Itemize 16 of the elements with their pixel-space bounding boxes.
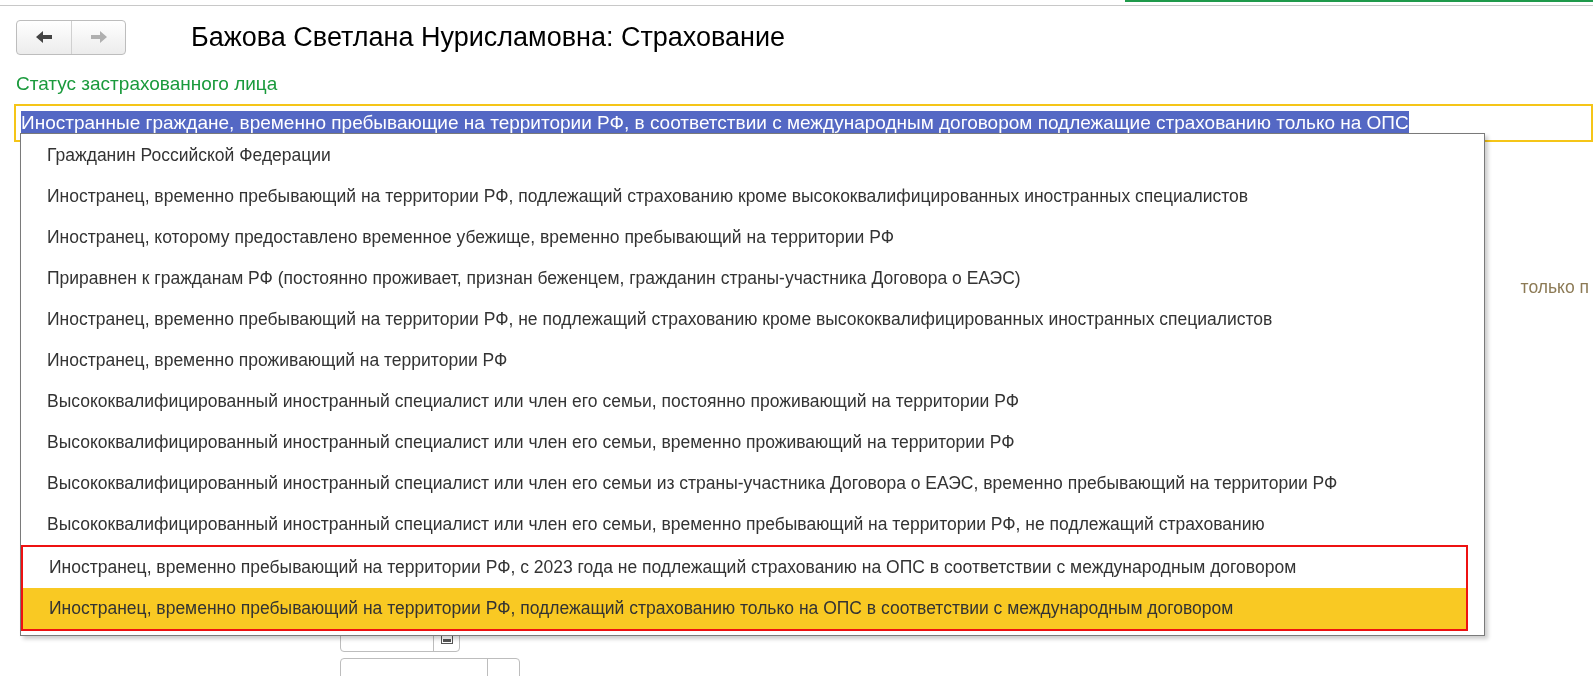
dropdown-item[interactable]: Высококвалифицированный иностранный специалист или член его семьи, временно проживающий на территории РФ [21, 422, 1484, 463]
dropdown-item[interactable]: Иностранец, временно пребывающий на территории РФ, подлежащий страхованию только на ОПС в соответствии с международным договором [23, 588, 1466, 629]
dropdown-item[interactable]: Высококвалифицированный иностранный специалист или член его семьи из страны-участника Договора о ЕАЭС, временно пребывающий на территории РФ [21, 463, 1484, 504]
arrow-left-icon [35, 30, 53, 45]
field-text: только п [1520, 276, 1589, 299]
dropdown-item[interactable]: Иностранец, временно пребывающий на территории РФ, с 2023 года не подлежащий страхованию на ОПС в соответствии с международным договором [23, 547, 1466, 588]
arrow-right-icon [89, 30, 108, 45]
dropdown-item[interactable]: Высококвалифицированный иностранный специалист или член его семьи, временно пребывающий на территории РФ, не подлежащий страхованию [21, 504, 1484, 545]
dropdown-item[interactable]: Иностранец, временно пребывающий на территории РФ, не подлежащий страхованию кроме высококвалифицированных иностранных специалистов [21, 299, 1484, 340]
dropdown-item[interactable]: Высококвалифицированный иностранный специалист или член его семьи, постоянно проживающий на территории РФ [21, 381, 1484, 422]
dropdown-item[interactable]: Иностранец, временно проживающий на территории РФ [21, 340, 1484, 381]
dropdown-item[interactable]: Иностранец, которому предоставлено временное убежище, временно пребывающий на территории РФ [21, 217, 1484, 258]
field-label: Статус застрахованного лица [16, 72, 278, 94]
page-title: Бажова Светлана Нурисламовна: Страхование [191, 21, 786, 54]
dropdown-item[interactable]: Приравнен к гражданам РФ (постоянно проживает, признан беженцем, гражданин страны-участника Договора о ЕАЭС) [21, 258, 1484, 299]
dropdown-item[interactable]: Иностранец, временно пребывающий на территории РФ, подлежащий страхованию кроме высококвалифицированных иностранных специалистов [21, 176, 1484, 217]
